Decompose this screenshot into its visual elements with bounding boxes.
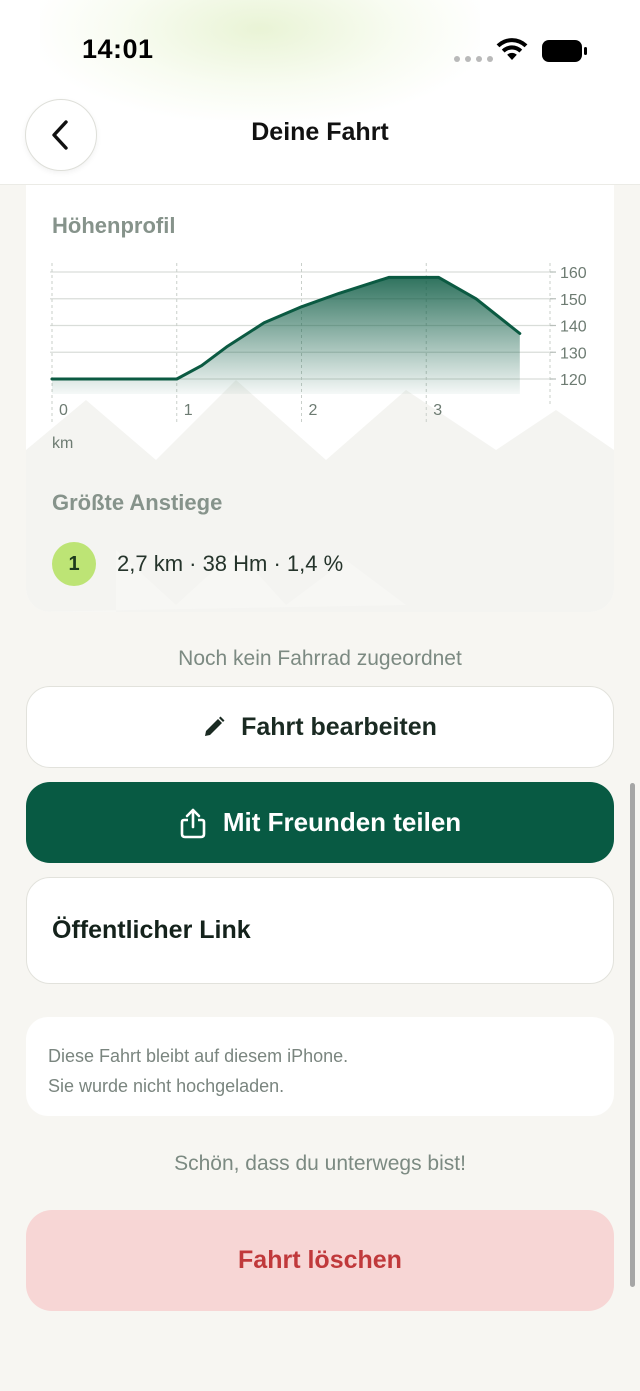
x-tick-label: 1 xyxy=(184,402,193,419)
share-label: Mit Freunden teilen xyxy=(222,807,462,837)
public-link-label: Öffentlicher Link xyxy=(52,916,251,944)
pencil-icon xyxy=(205,716,225,736)
status-time: 14:01 xyxy=(82,34,154,64)
climb-item: 1 2,7 km · 38 Hm · 1,4 % xyxy=(52,542,343,586)
share-with-friends-button[interactable]: Mit Freunden teilen xyxy=(26,782,614,863)
privacy-info-card: Diese Fahrt bleibt auf diesem iPhone. Si… xyxy=(26,1017,614,1116)
top-header: 14:01 Deine Fahrt xyxy=(0,0,640,185)
wifi-icon xyxy=(496,38,528,60)
x-tick-label: 0 xyxy=(59,402,68,419)
x-axis-unit: km xyxy=(52,435,74,452)
elevation-chart: 120 130 140 150 160 0 1 2 3 xyxy=(50,263,587,422)
y-tick-label: 130 xyxy=(560,345,587,362)
privacy-info-line1: Diese Fahrt bleibt auf diesem iPhone. xyxy=(48,1046,349,1066)
y-tick-label: 150 xyxy=(560,292,587,309)
public-link-row[interactable]: Öffentlicher Link xyxy=(26,877,614,984)
privacy-info-line2: Sie wurde nicht hochgeladen. xyxy=(48,1076,285,1096)
bike-assignment-note: Noch kein Fahrrad zugeordnet xyxy=(178,647,462,670)
share-icon xyxy=(180,808,206,838)
page-title: Deine Fahrt xyxy=(251,118,389,146)
x-tick-label: 3 xyxy=(433,402,442,419)
battery-icon xyxy=(542,40,587,62)
elevation-area xyxy=(52,277,520,394)
x-tick-label: 2 xyxy=(309,402,318,419)
farewell-text: Schön, dass du unterwegs bist! xyxy=(174,1152,466,1175)
y-tick-label: 140 xyxy=(560,319,587,336)
cellular-signal-icon xyxy=(454,56,493,62)
climb-rank-badge: 1 xyxy=(52,542,96,586)
delete-ride-button[interactable]: Fahrt löschen xyxy=(26,1210,614,1311)
y-tick-label: 120 xyxy=(560,372,587,389)
edit-ride-label: Fahrt bearbeiten xyxy=(241,712,437,741)
climbs-title: Größte Anstiege xyxy=(52,490,223,515)
scrollbar[interactable] xyxy=(630,783,635,1287)
edit-ride-button[interactable]: Fahrt bearbeiten xyxy=(26,686,614,768)
climb-summary: 2,7 km · 38 Hm · 1,4 % xyxy=(117,551,344,576)
delete-ride-label: Fahrt löschen xyxy=(238,1246,402,1274)
y-tick-label: 160 xyxy=(560,265,587,282)
elevation-card: Höhenprofil 120 130 140 150 160 0 1 2 3 km Größt… xyxy=(26,150,614,612)
